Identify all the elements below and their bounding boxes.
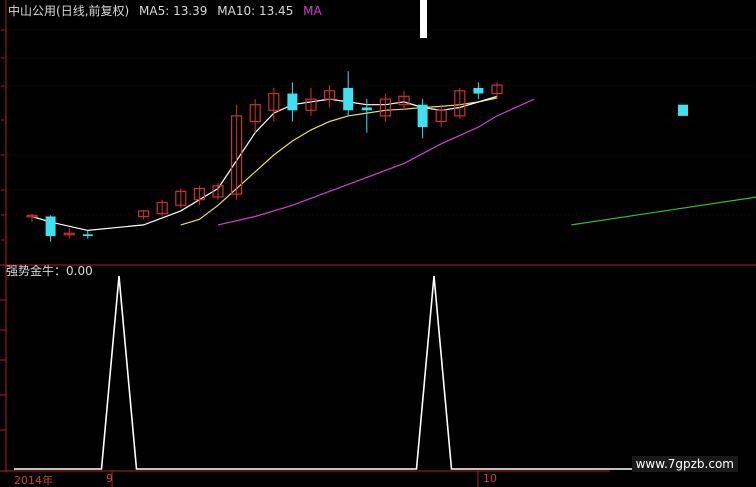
candle-body (343, 87, 354, 111)
indicator-line (14, 275, 644, 470)
x-tick-label: 2014年 (14, 474, 53, 487)
x-tick-label: 10 (483, 472, 497, 485)
candle-body (82, 234, 93, 237)
candle-body (361, 107, 372, 111)
indicator-label: 强势金牛：0.00 (6, 264, 93, 278)
stock-chart-window: { "header": { "stock_name": "中山公用", "mod… (0, 0, 756, 487)
chart-mode: (日线,前复权) (56, 4, 130, 18)
stock-name: 中山公用 (8, 4, 57, 18)
ma-green-line (571, 196, 756, 226)
ma5-label: MA5: 13.39 (139, 4, 208, 18)
candle-body (417, 104, 428, 128)
ma10-line (180, 97, 498, 226)
ma-more-label: MA (303, 4, 322, 18)
chart-header: 中山公用(日线,前复权) MA5: 13.39 MA10: 13.45 MA (8, 2, 328, 19)
x-tick-label: 9 (106, 472, 113, 485)
chart-canvas (0, 0, 756, 487)
candle-body (678, 104, 688, 116)
candle-body (45, 216, 56, 237)
candle-body (287, 93, 298, 111)
watermark: www.7gpzb.com (631, 456, 738, 472)
candle-body (473, 87, 484, 94)
white-marker (420, 0, 427, 38)
ma10-label: MA10: 13.45 (217, 4, 294, 18)
